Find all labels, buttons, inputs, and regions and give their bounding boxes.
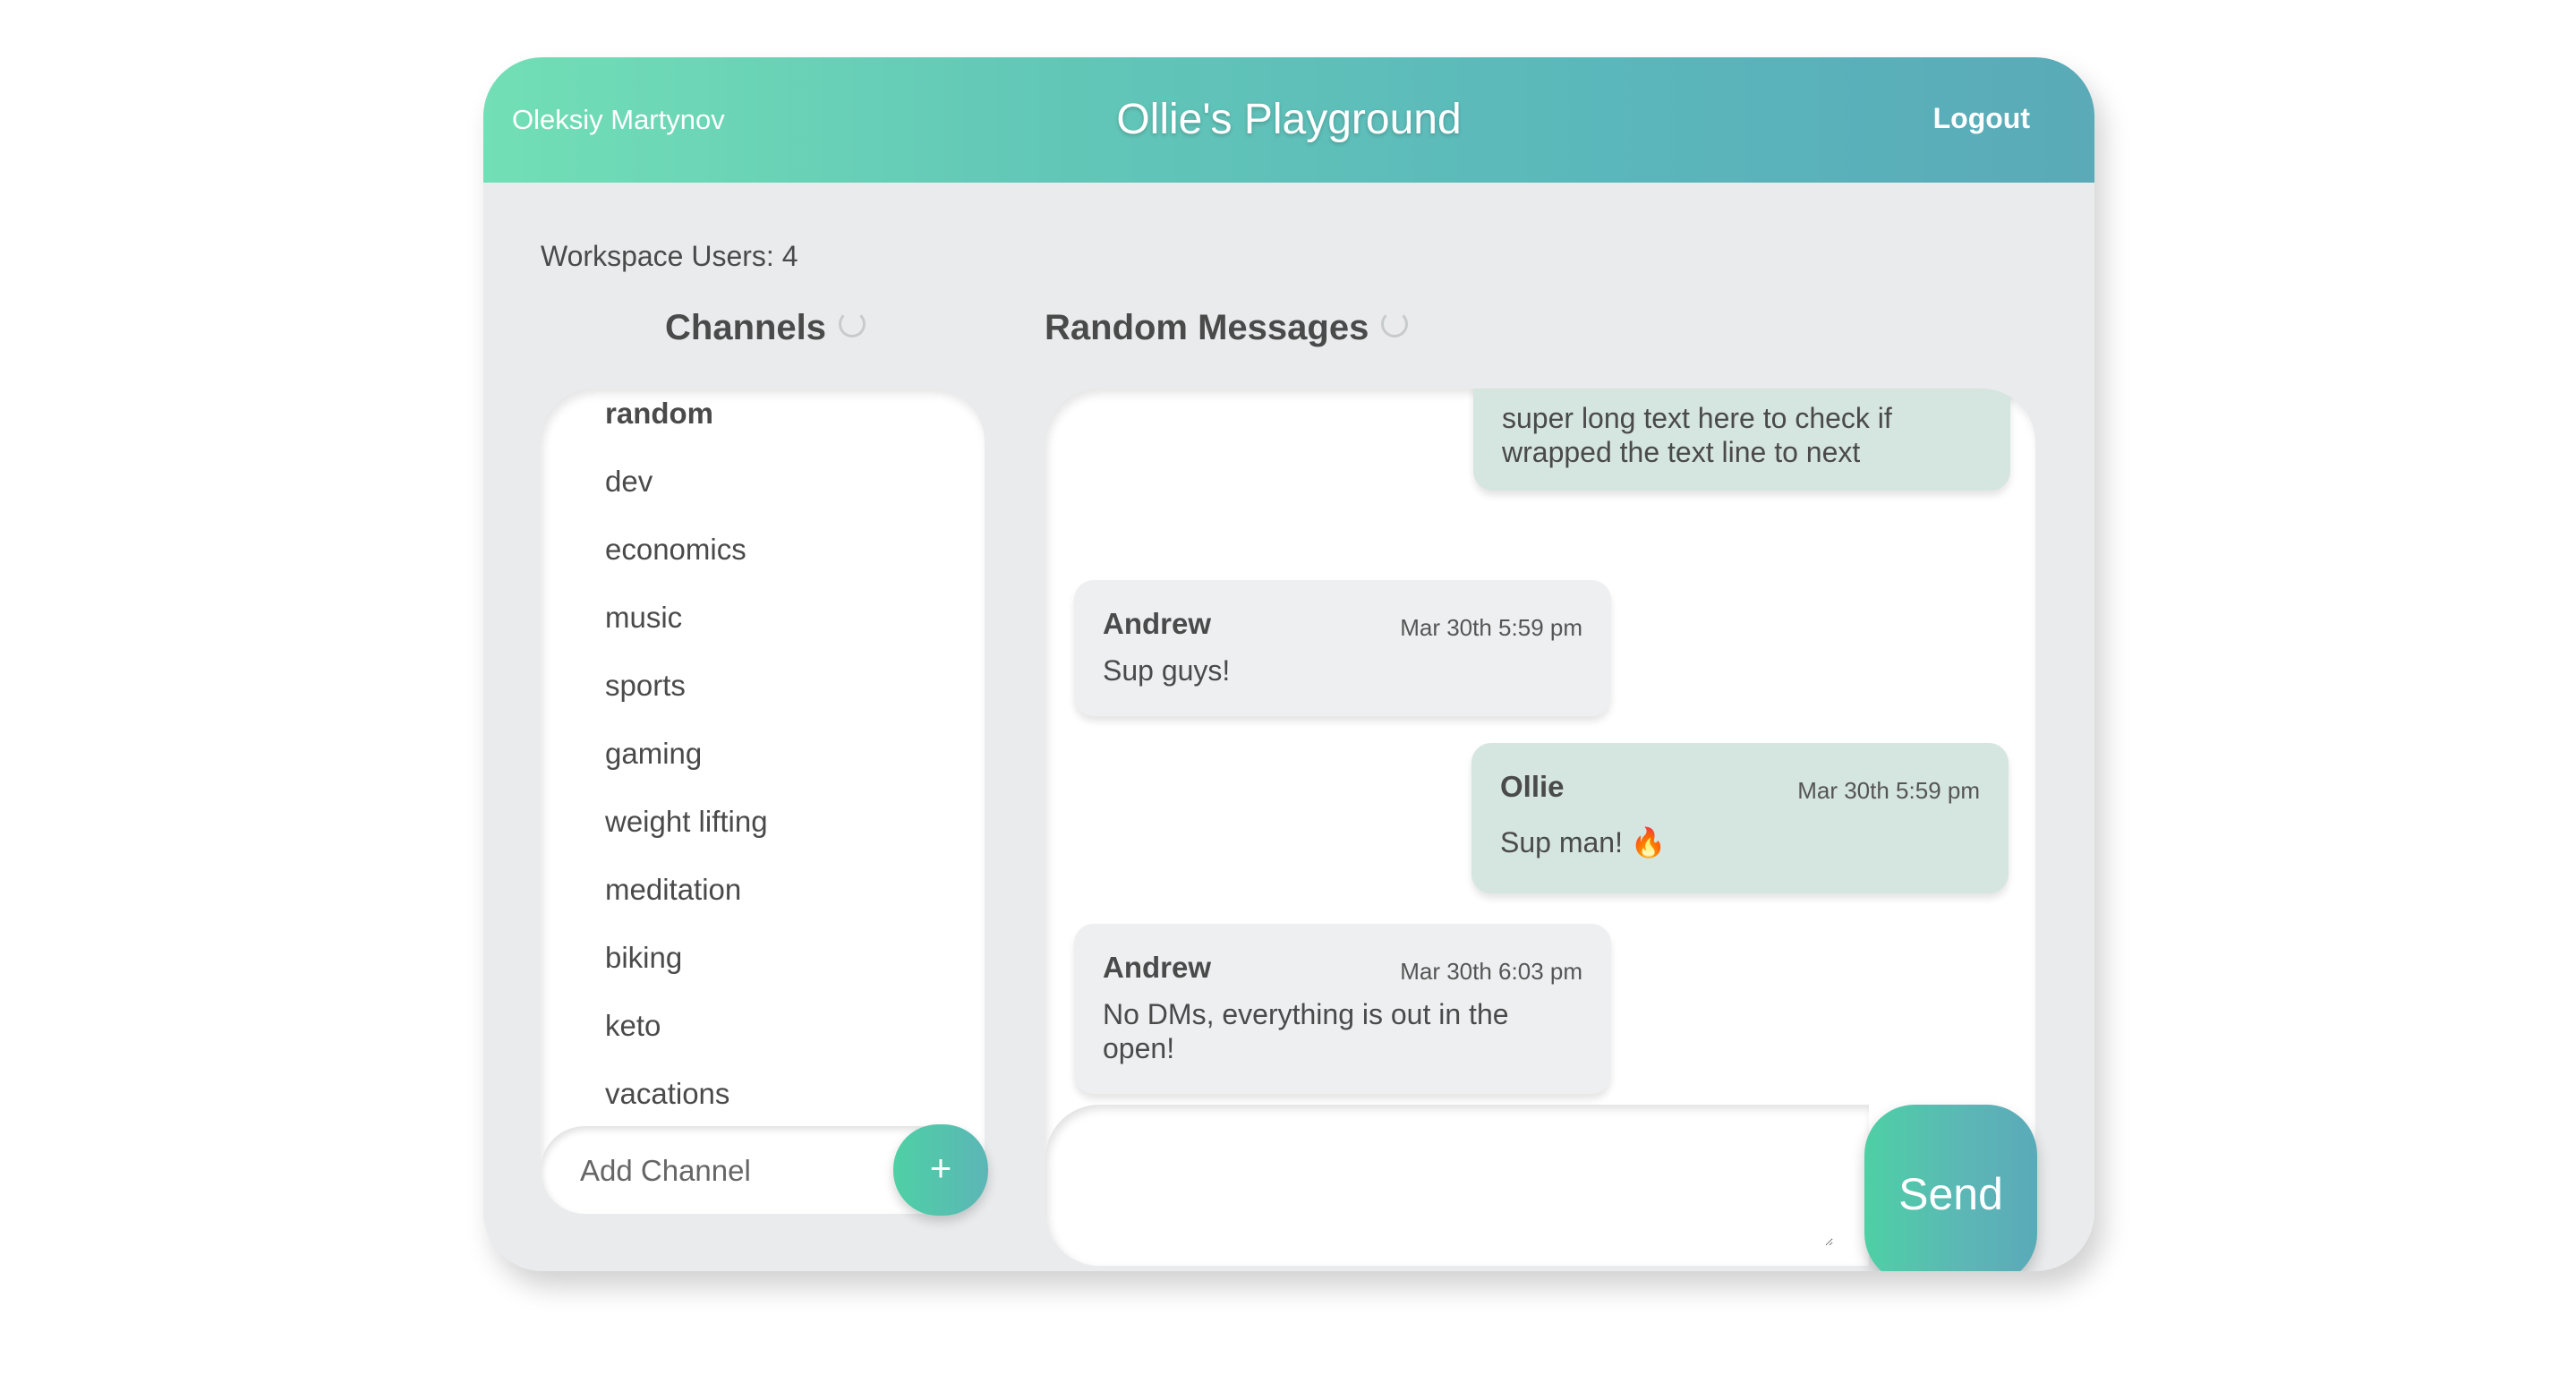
channel-item-weight-lifting[interactable]: weight lifting bbox=[605, 805, 768, 839]
message-author: Andrew bbox=[1103, 951, 1212, 984]
workspace-title: Ollie's Playground bbox=[1116, 96, 1462, 143]
refresh-channels-icon[interactable] bbox=[839, 311, 866, 337]
add-channel-input[interactable] bbox=[578, 1149, 868, 1193]
channel-item-meditation[interactable]: meditation bbox=[605, 873, 741, 907]
messages-title: Random Messages bbox=[1045, 308, 1369, 347]
channel-item-keto[interactable]: keto bbox=[605, 1009, 661, 1043]
message-text: No DMs, everything is out in the open! bbox=[1103, 998, 1509, 1064]
app-window: Oleksiy Martynov Ollie's Playground Logo… bbox=[483, 57, 2094, 1271]
channel-item-gaming[interactable]: gaming bbox=[605, 737, 702, 771]
message-text: super long text here to check if wrapped… bbox=[1502, 402, 1892, 468]
message-bubble: Andrew Mar 30th 5:59 pm Sup guys! bbox=[1074, 580, 1611, 716]
channel-item-biking[interactable]: biking bbox=[605, 941, 682, 975]
channel-item-music[interactable]: music bbox=[605, 601, 682, 635]
add-channel-button[interactable]: + bbox=[893, 1124, 988, 1216]
message-time: Mar 30th 5:59 pm bbox=[1797, 777, 1980, 804]
channel-item-sports[interactable]: sports bbox=[605, 669, 686, 703]
logout-button[interactable]: Logout bbox=[1933, 102, 2030, 135]
message-time: Mar 30th 5:59 pm bbox=[1400, 614, 1582, 641]
channel-item-vacations[interactable]: vacations bbox=[605, 1077, 729, 1111]
message-time: Mar 30th 6:03 pm bbox=[1400, 958, 1582, 985]
message-author: Andrew bbox=[1103, 607, 1212, 640]
header: Oleksiy Martynov Ollie's Playground Logo… bbox=[483, 57, 2094, 183]
message-input[interactable] bbox=[1078, 1126, 1833, 1246]
messages-heading: Random Messages bbox=[1045, 308, 1409, 348]
send-button[interactable]: Send bbox=[1864, 1105, 2037, 1271]
channel-list: random dev economics music sports gaming… bbox=[541, 389, 985, 1214]
message-text: Sup man! 🔥 bbox=[1500, 826, 1667, 858]
message-bubble: Andrew Mar 30th 6:03 pm No DMs, everythi… bbox=[1074, 924, 1611, 1094]
channels-title: Channels bbox=[665, 308, 827, 347]
message-text: Sup guys! bbox=[1103, 654, 1231, 687]
channels-heading: Channels bbox=[665, 308, 866, 348]
message-bubble: super long text here to check if wrapped… bbox=[1473, 389, 2010, 491]
workspace-users-count: Workspace Users: 4 bbox=[541, 240, 798, 272]
message-author: Ollie bbox=[1500, 770, 1565, 803]
refresh-messages-icon[interactable] bbox=[1381, 311, 1409, 337]
channel-item-economics[interactable]: economics bbox=[605, 533, 746, 567]
message-bubble: Ollie Mar 30th 5:59 pm Sup man! 🔥 bbox=[1471, 743, 2009, 893]
channel-item-random[interactable]: random bbox=[605, 397, 713, 431]
add-channel-form: + bbox=[541, 1124, 988, 1216]
channel-item-dev[interactable]: dev bbox=[605, 465, 653, 499]
message-composer bbox=[1045, 1105, 1869, 1266]
